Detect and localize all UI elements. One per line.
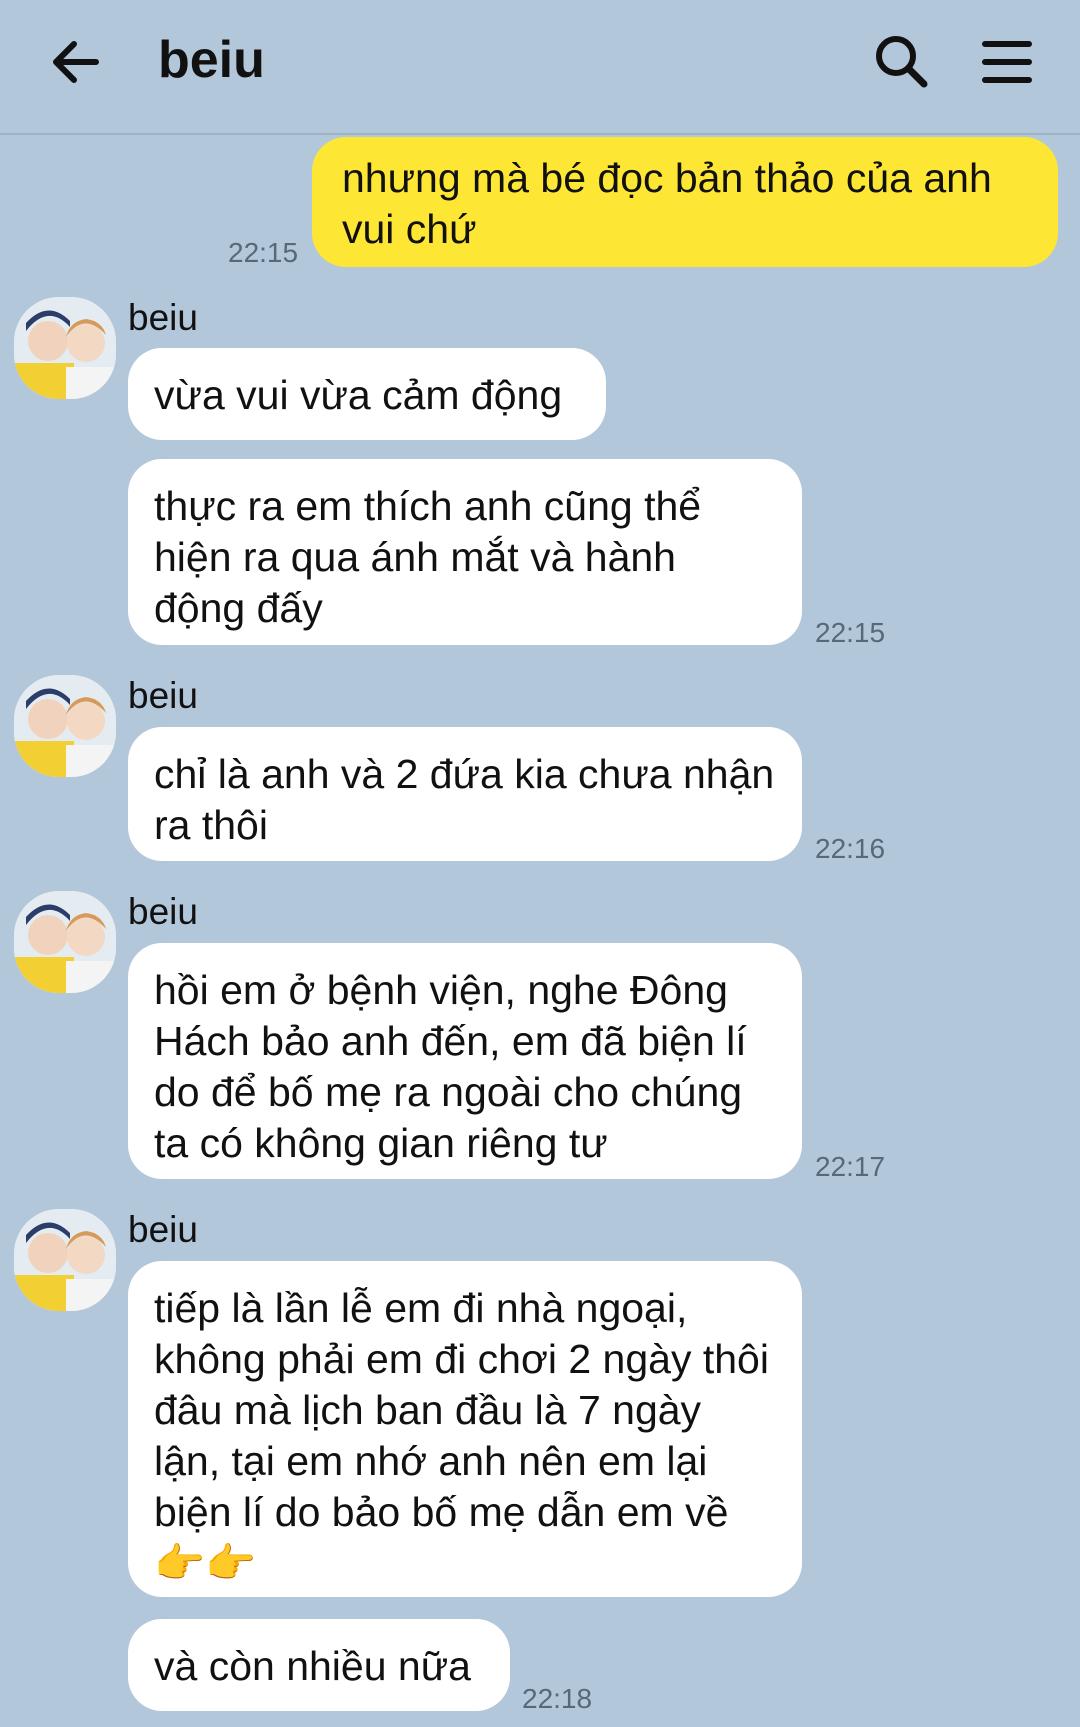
message-text: thực ra em thích anh cũng thể hiện ra qu… [154,483,702,631]
incoming-message[interactable]: và còn nhiều nữa [128,1619,510,1711]
avatar-image [14,675,116,777]
outgoing-message[interactable]: nhưng mà bé đọc bản thảo của anh vui chứ [312,137,1058,267]
incoming-message[interactable]: vừa vui vừa cảm động [128,348,606,440]
message-text: chỉ là anh và 2 đứa kia chưa nhận ra thô… [154,751,775,848]
message-time: 22:18 [522,1683,593,1714]
sender-name: beiu [128,297,198,338]
incoming-message[interactable]: hồi em ở bệnh viện, nghe Đông Hách bảo a… [128,943,802,1179]
arrow-left-icon [53,41,99,83]
back-button[interactable] [46,30,110,94]
message-text: vừa vui vừa cảm động [154,372,563,418]
avatar-image [14,1209,116,1311]
sender-name: beiu [128,1209,198,1250]
message-text: nhưng mà bé đọc bản thảo của anh vui chứ [342,155,992,252]
incoming-message[interactable]: chỉ là anh và 2 đứa kia chưa nhận ra thô… [128,727,802,861]
menu-icon [982,41,1032,83]
avatar[interactable] [14,1209,116,1311]
avatar[interactable] [14,891,116,993]
message-time: 22:15 [815,617,886,648]
menu-button[interactable] [975,30,1039,94]
message-text: tiếp là lần lễ em đi nhà ngoại, không ph… [154,1285,769,1586]
search-button[interactable] [870,30,934,94]
incoming-message[interactable]: thực ra em thích anh cũng thể hiện ra qu… [128,459,802,645]
chat-header: beiu [0,0,1080,135]
avatar-image [14,297,116,399]
message-time: 22:17 [815,1151,886,1182]
avatar[interactable] [14,297,116,399]
avatar[interactable] [14,675,116,777]
sender-name: beiu [128,891,198,932]
message-text: và còn nhiều nữa [154,1643,471,1689]
chat-title: beiu [158,31,265,89]
message-text: hồi em ở bệnh viện, nghe Đông Hách bảo a… [154,967,747,1166]
message-time: 22:16 [815,833,886,864]
avatar-image [14,891,116,993]
sender-name: beiu [128,675,198,716]
search-icon [876,36,928,88]
incoming-message[interactable]: tiếp là lần lễ em đi nhà ngoại, không ph… [128,1261,802,1597]
message-time: 22:15 [228,237,299,268]
message-list[interactable]: nhưng mà bé đọc bản thảo của anh vui chứ… [0,135,1080,1727]
